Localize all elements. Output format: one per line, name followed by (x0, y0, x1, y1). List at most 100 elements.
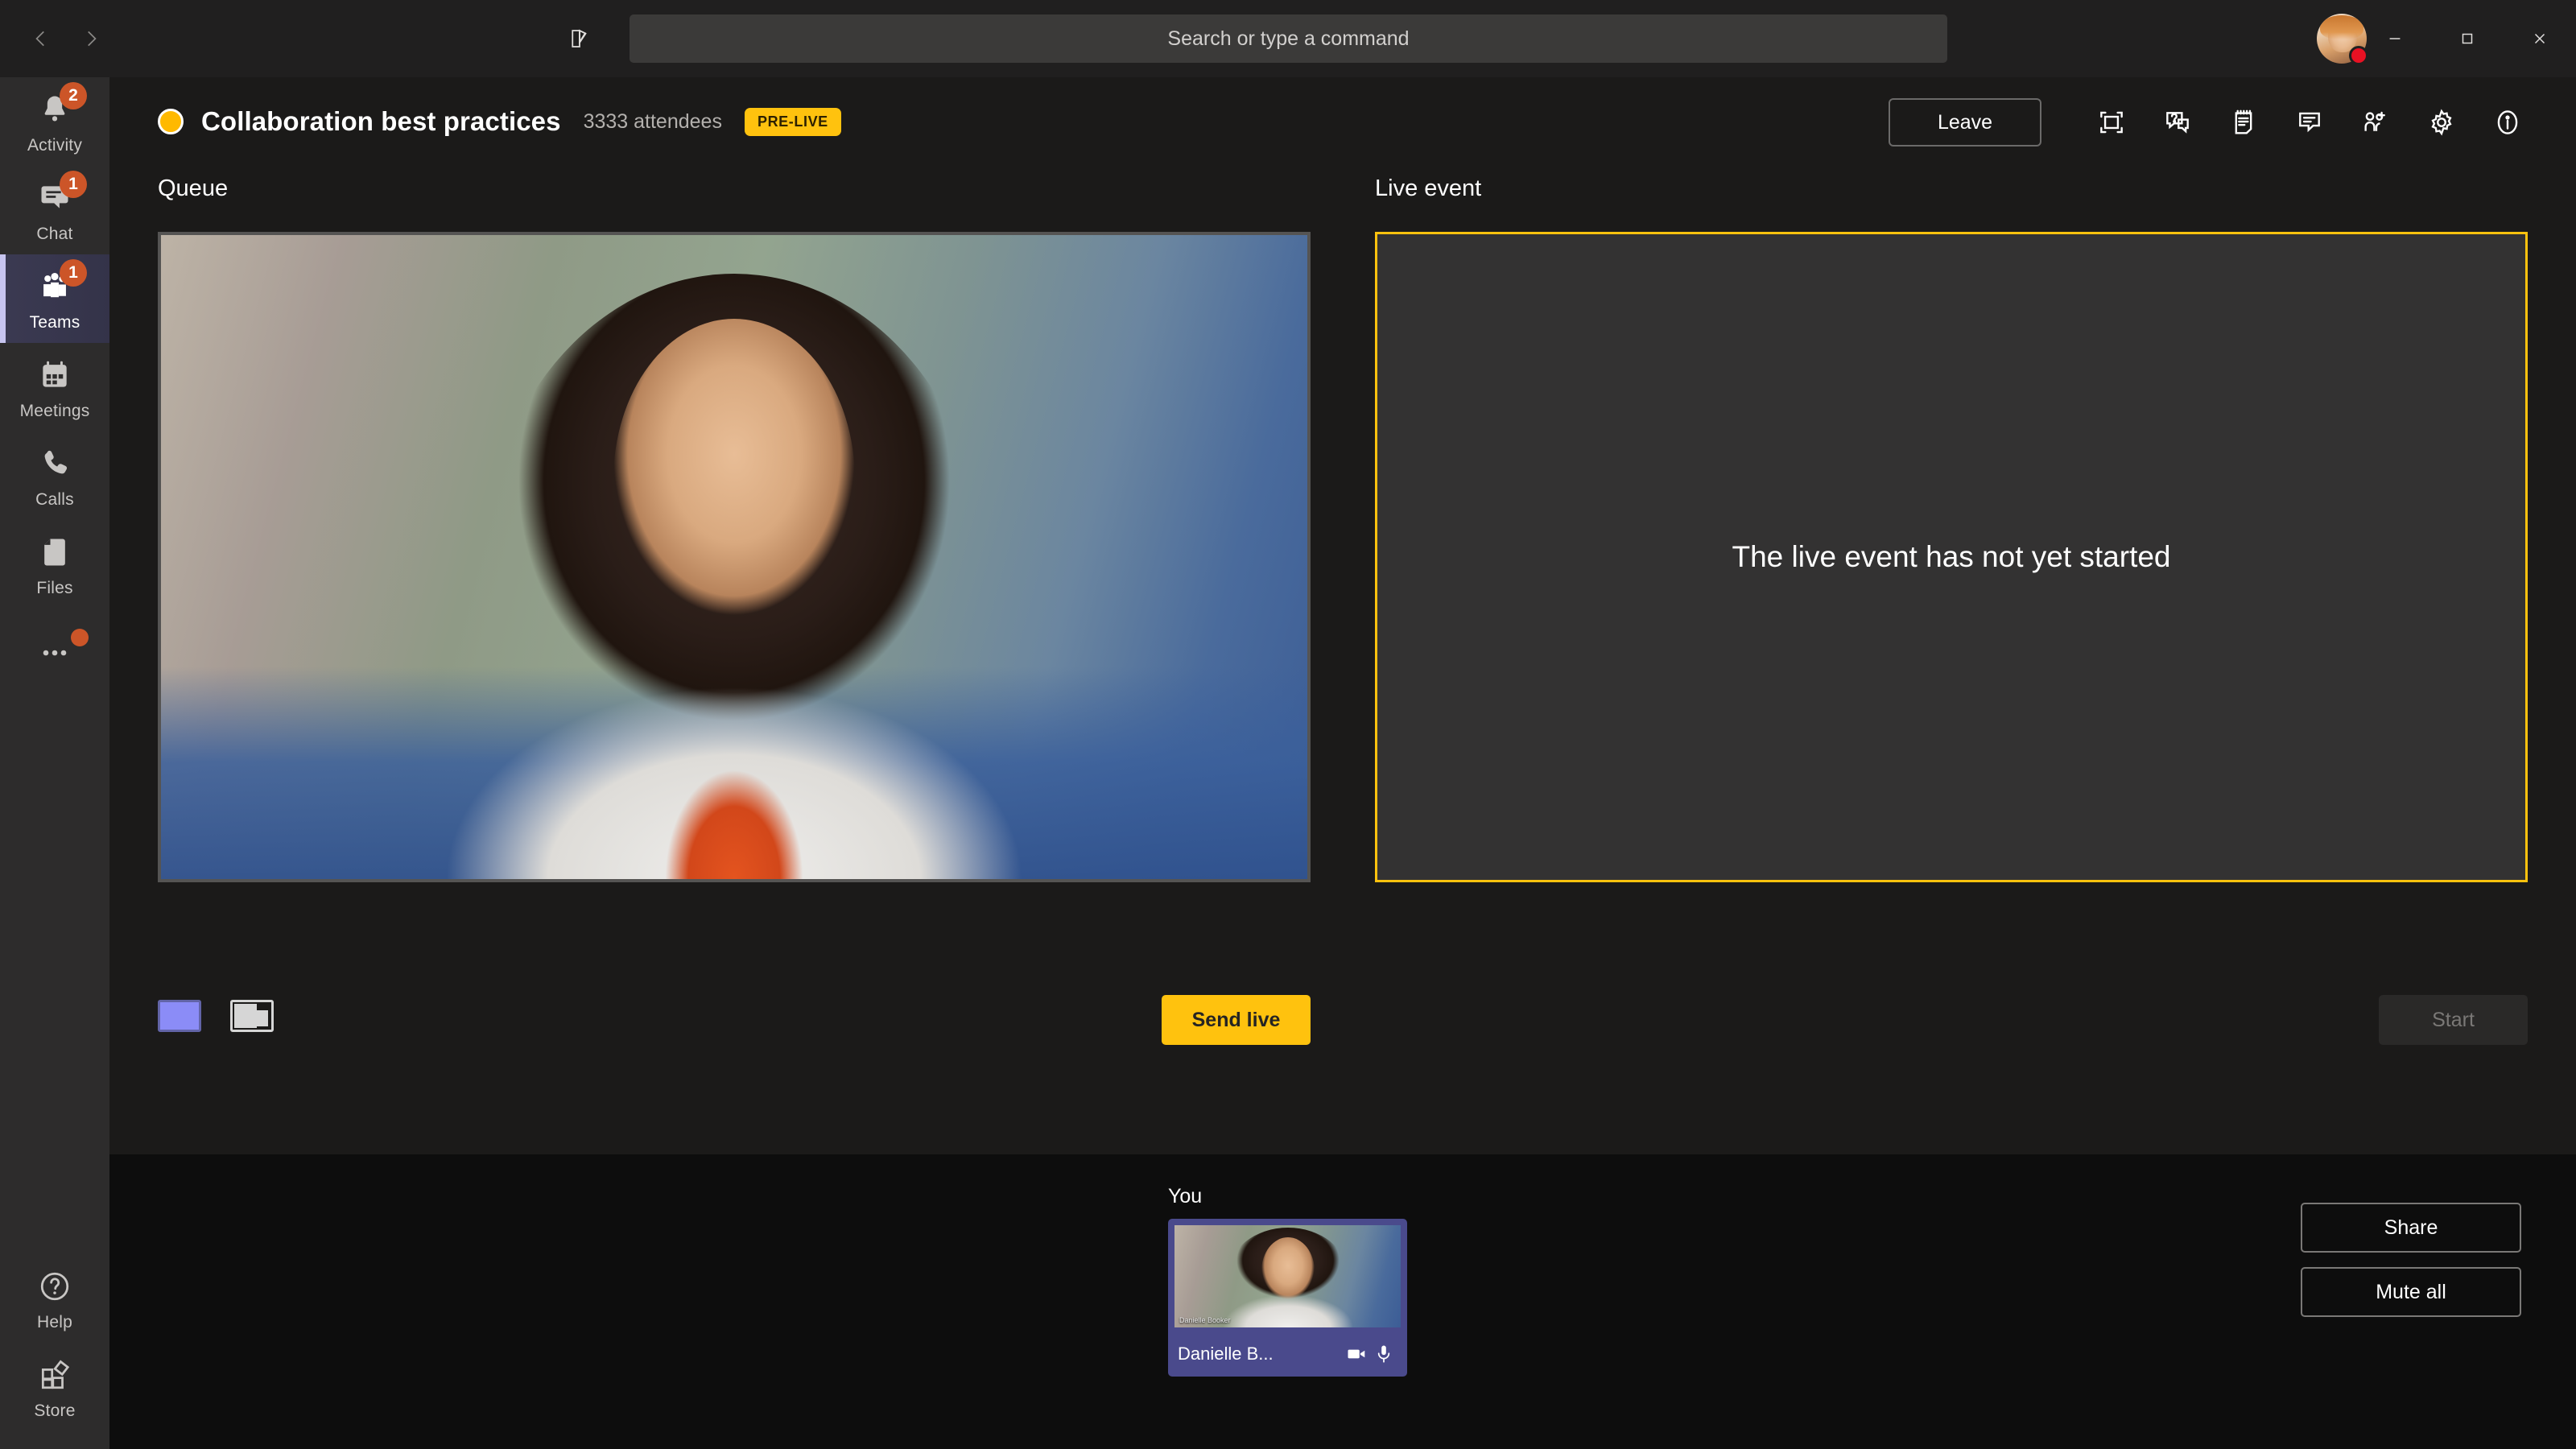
add-people-icon (2364, 111, 2385, 131)
recording-dot-icon (158, 109, 184, 134)
participant-bar: You Danielle Booker Danielle B... Share … (109, 1154, 2576, 1449)
compose-button[interactable] (555, 14, 604, 63)
more-icon-wrap (34, 629, 89, 674)
minimize-icon (2389, 38, 2401, 39)
queue-video-subject-face (613, 319, 855, 641)
info-button[interactable] (2475, 95, 2541, 150)
sidebar-item-files[interactable]: Files (0, 520, 109, 609)
participant-name: Danielle B... (1178, 1344, 1274, 1364)
phone-icon (44, 450, 68, 473)
search-input[interactable]: Search or type a command (1167, 27, 1409, 51)
share-button[interactable]: Share (2301, 1203, 2521, 1253)
window-controls (2359, 0, 2576, 77)
sidebar-label-files: Files (36, 578, 73, 597)
page-title: Collaboration best practices (201, 106, 561, 136)
forward-button[interactable] (66, 14, 116, 64)
files-icon-wrap (34, 531, 76, 573)
queue-label: Queue (158, 175, 229, 201)
bottom-action-buttons: Share Mute all (2301, 1203, 2521, 1331)
teams-live-event-window: Search or type a command 2 Activity 1 Ch… (0, 0, 2576, 1449)
meeting-toolbar: Leave (1889, 95, 2541, 150)
notes-icon (2235, 109, 2252, 134)
camera-icon (1348, 1349, 1365, 1359)
fullscreen-button[interactable] (2079, 95, 2145, 150)
chat-bubble-icon (2299, 112, 2320, 133)
calls-icon-wrap (34, 443, 76, 485)
maximize-button[interactable] (2431, 0, 2504, 77)
sidebar-label-meetings: Meetings (19, 401, 90, 420)
meeting-header: Collaboration best practices 3333 attend… (158, 97, 841, 146)
layout-selector (158, 1000, 303, 1032)
chat-button[interactable] (2277, 95, 2343, 150)
calendar-icon (43, 361, 67, 387)
minimize-button[interactable] (2359, 0, 2431, 77)
help-icon-wrap (34, 1265, 76, 1307)
title-bar: Search or type a command (0, 0, 2576, 77)
queue-video-preview[interactable] (158, 232, 1311, 882)
qna-button[interactable] (2145, 95, 2211, 150)
sidebar-item-activity[interactable]: 2 Activity (0, 77, 109, 166)
close-icon (2534, 33, 2545, 44)
maximize-icon (2462, 33, 2473, 44)
more-dot-badge (71, 629, 89, 646)
rail-bottom-group: Help Store (0, 1254, 109, 1431)
app-rail: 2 Activity 1 Chat 1 Teams Meetings Calls… (0, 77, 109, 1449)
self-video-watermark: Danielle Booker (1179, 1316, 1231, 1324)
store-icon (41, 1359, 70, 1389)
layout-split-option[interactable] (230, 1000, 274, 1032)
layout-split-right (257, 1010, 268, 1026)
layout-split-left (234, 1004, 257, 1028)
sidebar-label-activity: Activity (27, 135, 83, 155)
sidebar-label-chat: Chat (36, 224, 73, 243)
sidebar-label-teams: Teams (29, 312, 80, 332)
notes-button[interactable] (2211, 95, 2277, 150)
nav-buttons (16, 14, 116, 64)
self-video-feed: Danielle Booker (1174, 1225, 1401, 1327)
camera-toggle[interactable] (1343, 1343, 1370, 1365)
mute-all-button[interactable]: Mute all (2301, 1267, 2521, 1317)
sidebar-item-chat[interactable]: 1 Chat (0, 166, 109, 254)
file-icon (44, 539, 65, 565)
activity-badge: 2 (60, 81, 87, 109)
mic-toggle[interactable] (1370, 1343, 1397, 1365)
add-people-button[interactable] (2343, 95, 2409, 150)
info-icon (2497, 110, 2518, 134)
ellipsis-icon (43, 650, 67, 656)
chevron-right-icon (88, 31, 97, 47)
live-event-message: The live event has not yet started (1732, 540, 2171, 573)
sidebar-item-calls[interactable]: Calls (0, 431, 109, 520)
sidebar-item-meetings[interactable]: Meetings (0, 343, 109, 431)
sidebar-item-more[interactable] (0, 609, 109, 697)
send-live-button[interactable]: Send live (1162, 995, 1311, 1045)
help-icon (40, 1272, 69, 1300)
you-label: You (1168, 1185, 1203, 1208)
meetings-icon-wrap (34, 354, 76, 396)
sidebar-label-help: Help (37, 1312, 72, 1331)
sidebar-label-calls: Calls (35, 489, 74, 509)
self-video-tile[interactable]: Danielle Booker Danielle B... (1168, 1219, 1407, 1377)
gear-icon (2431, 109, 2452, 136)
close-button[interactable] (2504, 0, 2576, 77)
compose-icon (572, 29, 587, 47)
search-bar[interactable]: Search or type a command (630, 14, 1947, 63)
attendee-count: 3333 attendees (583, 109, 722, 133)
status-badge: PRE-LIVE (744, 107, 841, 136)
settings-button[interactable] (2409, 95, 2475, 150)
back-button[interactable] (16, 14, 66, 64)
chat-icon-wrap: 1 (34, 170, 87, 219)
live-event-stage: Collaboration best practices 3333 attend… (109, 77, 2576, 1154)
store-icon-wrap (34, 1354, 76, 1396)
leave-button[interactable]: Leave (1889, 98, 2041, 147)
sidebar-item-help[interactable]: Help (0, 1254, 109, 1343)
activity-icon-wrap: 2 (34, 81, 87, 130)
queue-video-subject-top (658, 758, 811, 879)
teams-icon-wrap: 1 (34, 258, 87, 308)
chat-badge: 1 (60, 170, 87, 198)
teams-badge: 1 (60, 258, 87, 287)
live-event-preview: The live event has not yet started (1375, 232, 2528, 882)
sidebar-item-store[interactable]: Store (0, 1343, 109, 1431)
start-button[interactable]: Start (2379, 995, 2528, 1045)
sidebar-item-teams[interactable]: 1 Teams (0, 254, 109, 343)
self-video-shirt (1211, 1289, 1364, 1327)
layout-single-option[interactable] (158, 1000, 201, 1032)
